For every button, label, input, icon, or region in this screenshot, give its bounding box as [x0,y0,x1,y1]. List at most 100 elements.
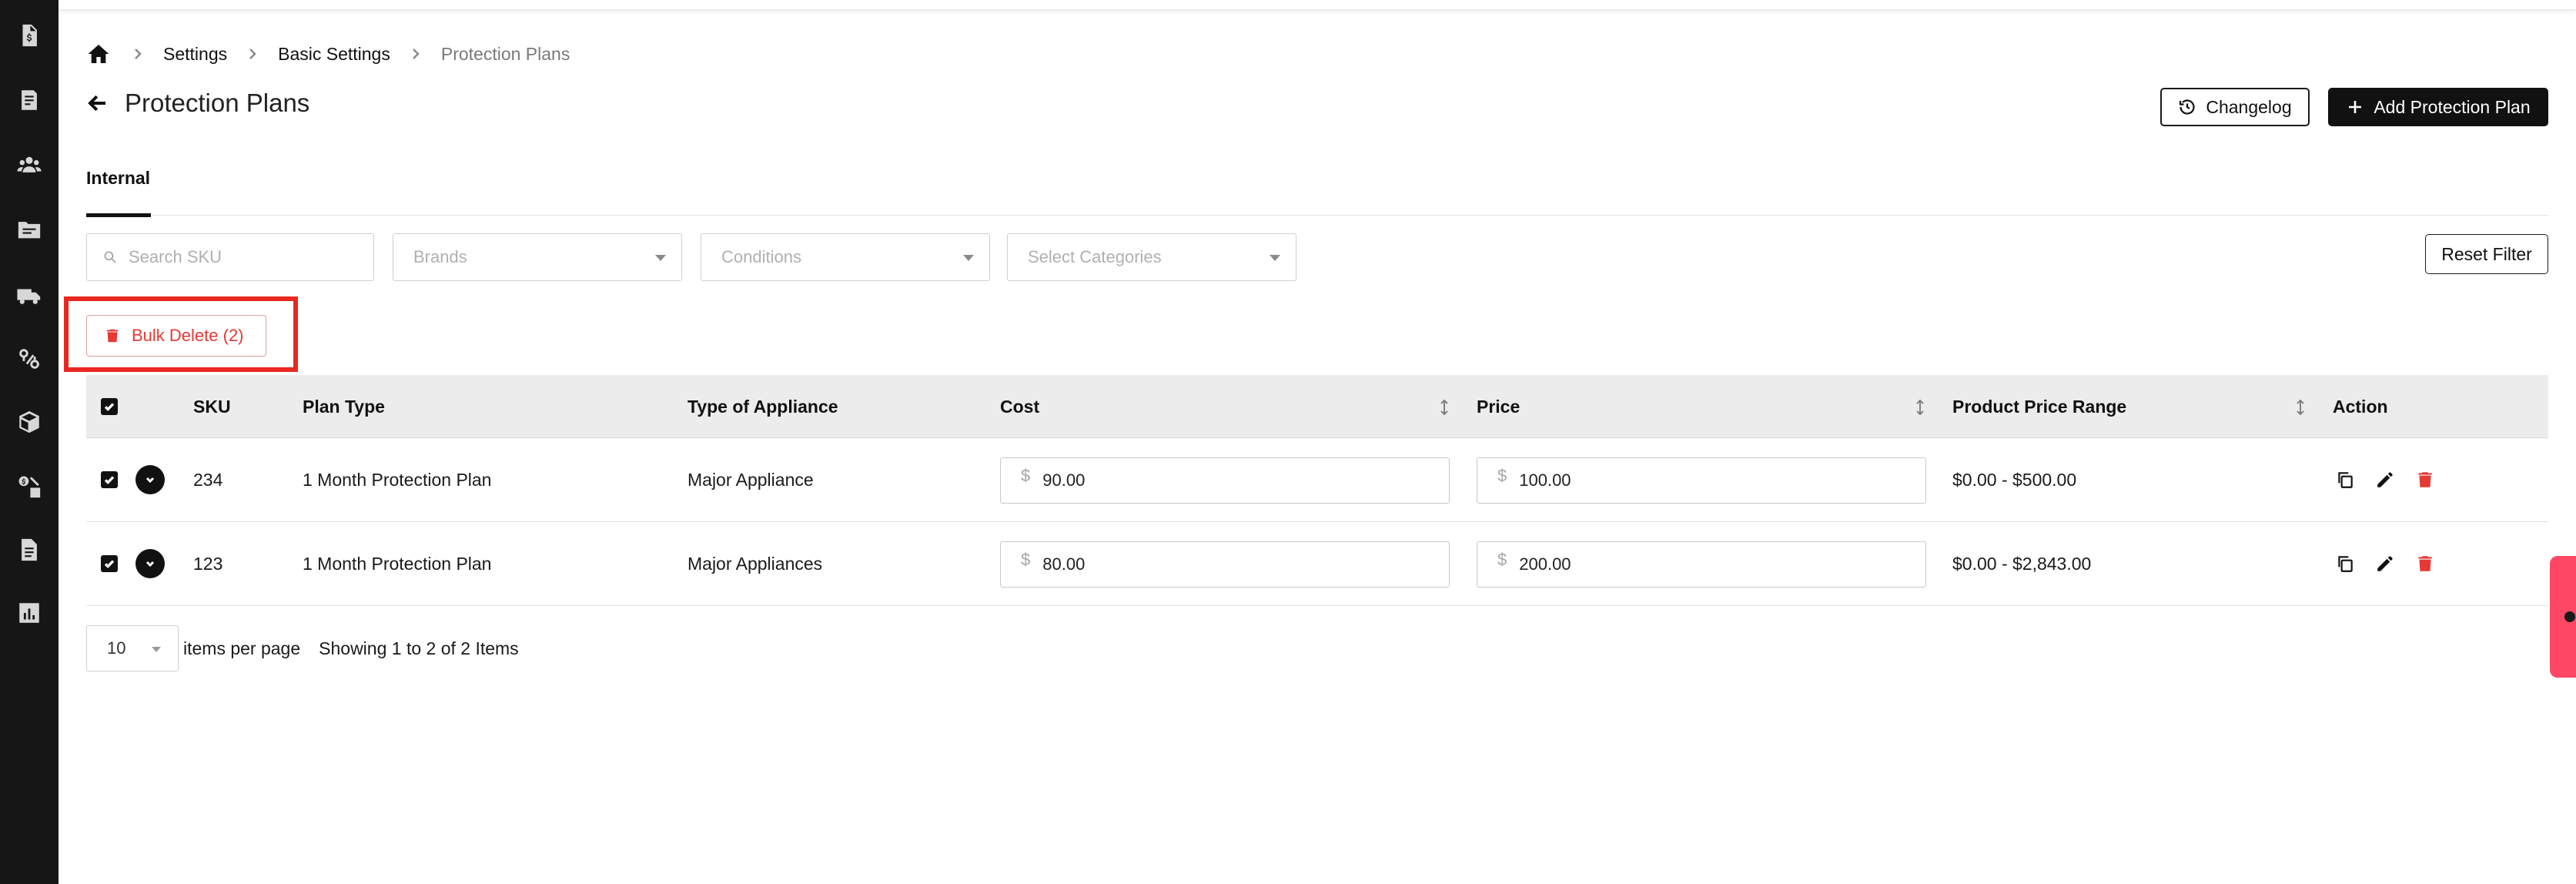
per-page-value: 10 [107,638,126,658]
column-plan-type: Plan Type [303,396,385,417]
currency-symbol: $ [1021,550,1031,569]
expand-row-icon[interactable] [135,549,165,578]
table-row: 123 1 Month Protection Plan Major Applia… [86,522,2548,606]
customers-icon[interactable] [12,148,46,182]
bulk-delete-button[interactable]: Bulk Delete (2) [86,315,266,357]
cell-price-range: $0.00 - $2,843.00 [1952,554,2092,574]
cell-plan-type: 1 Month Protection Plan [303,470,492,490]
search-sku-input[interactable] [129,247,344,267]
top-bar [59,0,2576,9]
cost-field[interactable]: $ [1000,457,1450,504]
integrations-icon[interactable] [12,342,46,376]
price-input[interactable] [1519,554,1889,574]
column-cost: Cost [1000,396,1040,417]
cost-field[interactable]: $ [1000,541,1450,588]
chevron-right-icon [132,49,143,59]
delivery-truck-icon[interactable] [12,279,46,313]
back-arrow-icon[interactable] [86,89,114,117]
categories-select[interactable]: Select Categories [1007,233,1296,281]
trash-icon [106,329,119,343]
add-protection-plan-button[interactable]: Add Protection Plan [2328,88,2548,126]
chevron-right-icon [247,49,258,59]
cell-sku: 234 [193,470,223,490]
orders-icon[interactable] [12,83,46,117]
changelog-label: Changelog [2206,96,2292,117]
reset-filter-button[interactable]: Reset Filter [2425,234,2548,274]
currency-symbol: $ [1497,550,1507,569]
home-icon[interactable] [86,41,112,67]
search-sku-box[interactable] [86,233,374,281]
per-page-label: items per page [183,638,301,658]
chevron-down-icon [1270,255,1280,261]
cell-sku: 123 [193,554,223,574]
reports-icon[interactable] [12,596,46,630]
expand-row-icon[interactable] [135,465,165,494]
plus-icon [2349,101,2362,113]
cell-appliance: Major Appliance [687,470,814,490]
breadcrumb: Settings Basic Settings Protection Plans [86,40,570,68]
cell-appliance: Major Appliances [687,554,823,574]
inventory-folder-icon[interactable] [12,213,46,246]
title-row: Protection Plans [86,85,309,122]
invoice-icon[interactable] [12,18,46,52]
sort-range-icon[interactable] [2296,398,2305,417]
cell-plan-type: 1 Month Protection Plan [303,554,492,574]
sort-cost-icon[interactable] [1440,398,1449,417]
conditions-select[interactable]: Conditions [701,233,990,281]
column-price: Price [1477,396,1521,417]
table-row: 234 1 Month Protection Plan Major Applia… [86,438,2548,522]
search-icon [104,251,116,263]
changelog-button[interactable]: Changelog [2160,88,2310,126]
pagination: 10 items per page Showing 1 to 2 of 2 It… [86,625,519,671]
row-checkbox[interactable] [101,555,118,572]
breadcrumb-protection-plans: Protection Plans [440,43,570,64]
row-checkbox[interactable] [101,471,118,488]
products-box-icon[interactable] [12,405,46,439]
pricing-icon[interactable] [12,470,46,504]
sidebar [0,0,59,884]
sort-price-icon[interactable] [1915,398,1925,417]
tab-internal[interactable]: Internal [86,163,151,217]
delete-trash-icon[interactable] [2414,469,2436,491]
feedback-icon [2564,611,2575,622]
breadcrumb-basic-settings[interactable]: Basic Settings [278,44,390,65]
chevron-right-icon [410,49,421,59]
copy-icon[interactable] [2334,553,2356,574]
price-field[interactable]: $ [1477,541,1926,588]
column-price-range: Product Price Range [1952,396,2127,417]
copy-icon[interactable] [2334,469,2356,491]
conditions-placeholder: Conditions [721,247,801,266]
price-input[interactable] [1519,470,1889,491]
history-icon [2180,99,2195,115]
column-action: Action [2333,396,2388,417]
column-appliance: Type of Appliance [687,396,838,417]
tabs-bar: Internal [86,163,2548,217]
currency-symbol: $ [1497,466,1507,485]
table-header: SKU Plan Type Type of Appliance Cost Pri… [86,375,2548,438]
brands-select[interactable]: Brands [393,233,682,281]
select-all-checkbox[interactable] [101,398,118,415]
reset-filter-label: Reset Filter [2441,243,2532,264]
cost-input[interactable] [1042,470,1413,491]
add-protection-plan-label: Add Protection Plan [2374,96,2531,117]
brands-placeholder: Brands [413,247,467,266]
delete-trash-icon[interactable] [2414,553,2436,574]
cost-input[interactable] [1042,554,1413,574]
page-title: Protection Plans [125,89,310,117]
showing-count: Showing 1 to 2 of 2 Items [319,638,519,658]
breadcrumb-settings[interactable]: Settings [163,44,227,65]
column-sku: SKU [193,396,231,417]
documents-icon[interactable] [12,533,46,567]
per-page-select[interactable]: 10 [86,625,179,671]
price-field[interactable]: $ [1477,457,1926,504]
edit-pencil-icon[interactable] [2374,553,2396,574]
edit-pencil-icon[interactable] [2374,469,2396,491]
feedback-tab[interactable] [2550,556,2576,678]
currency-symbol: $ [1021,466,1031,485]
chevron-down-icon [152,647,161,652]
categories-placeholder: Select Categories [1028,247,1162,266]
bulk-delete-label: Bulk Delete (2) [132,326,244,345]
chevron-down-icon [655,255,666,261]
chevron-down-icon [963,255,974,261]
cell-price-range: $0.00 - $500.00 [1952,470,2077,490]
